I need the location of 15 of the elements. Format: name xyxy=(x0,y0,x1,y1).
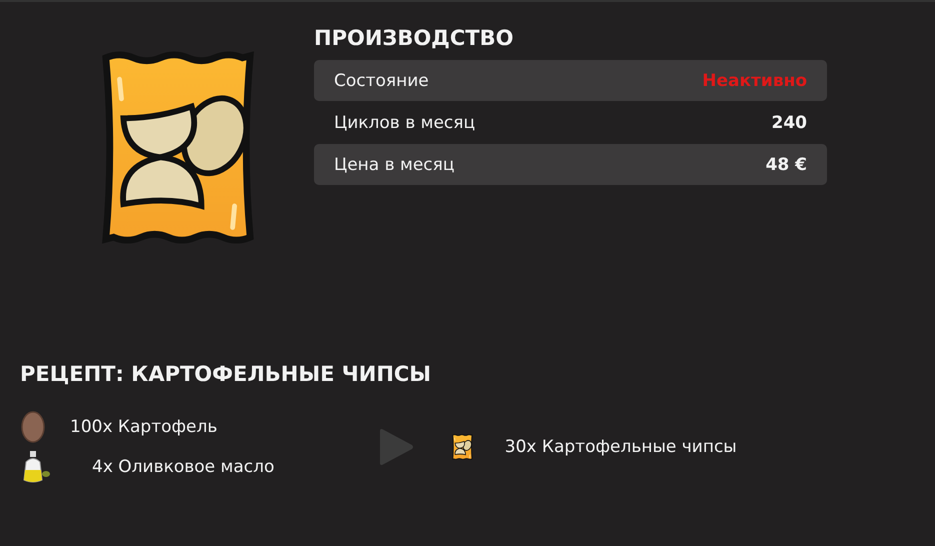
play-arrow-icon xyxy=(378,428,414,466)
ingredient-label: 4x Оливковое масло xyxy=(92,457,274,477)
stat-value: Неактивно xyxy=(702,70,807,90)
potato-icon xyxy=(20,410,46,444)
ingredient-label: 100x Картофель xyxy=(70,417,218,437)
chips-bag-icon xyxy=(452,434,473,460)
stat-label: Циклов в месяц xyxy=(334,112,476,132)
stat-label: Состояние xyxy=(334,70,429,90)
stat-value: 48 € xyxy=(766,154,807,174)
chips-bag-icon xyxy=(100,50,256,245)
recipe-title: РЕЦЕПТ: КАРТОФЕЛЬНЫЕ ЧИПСЫ xyxy=(20,362,432,386)
stat-value: 240 xyxy=(772,112,807,132)
section-title: ПРОИЗВОДСТВО xyxy=(314,26,514,50)
product-label: 30x Картофельные чипсы xyxy=(504,437,737,457)
stat-label: Цена в месяц xyxy=(334,154,454,174)
